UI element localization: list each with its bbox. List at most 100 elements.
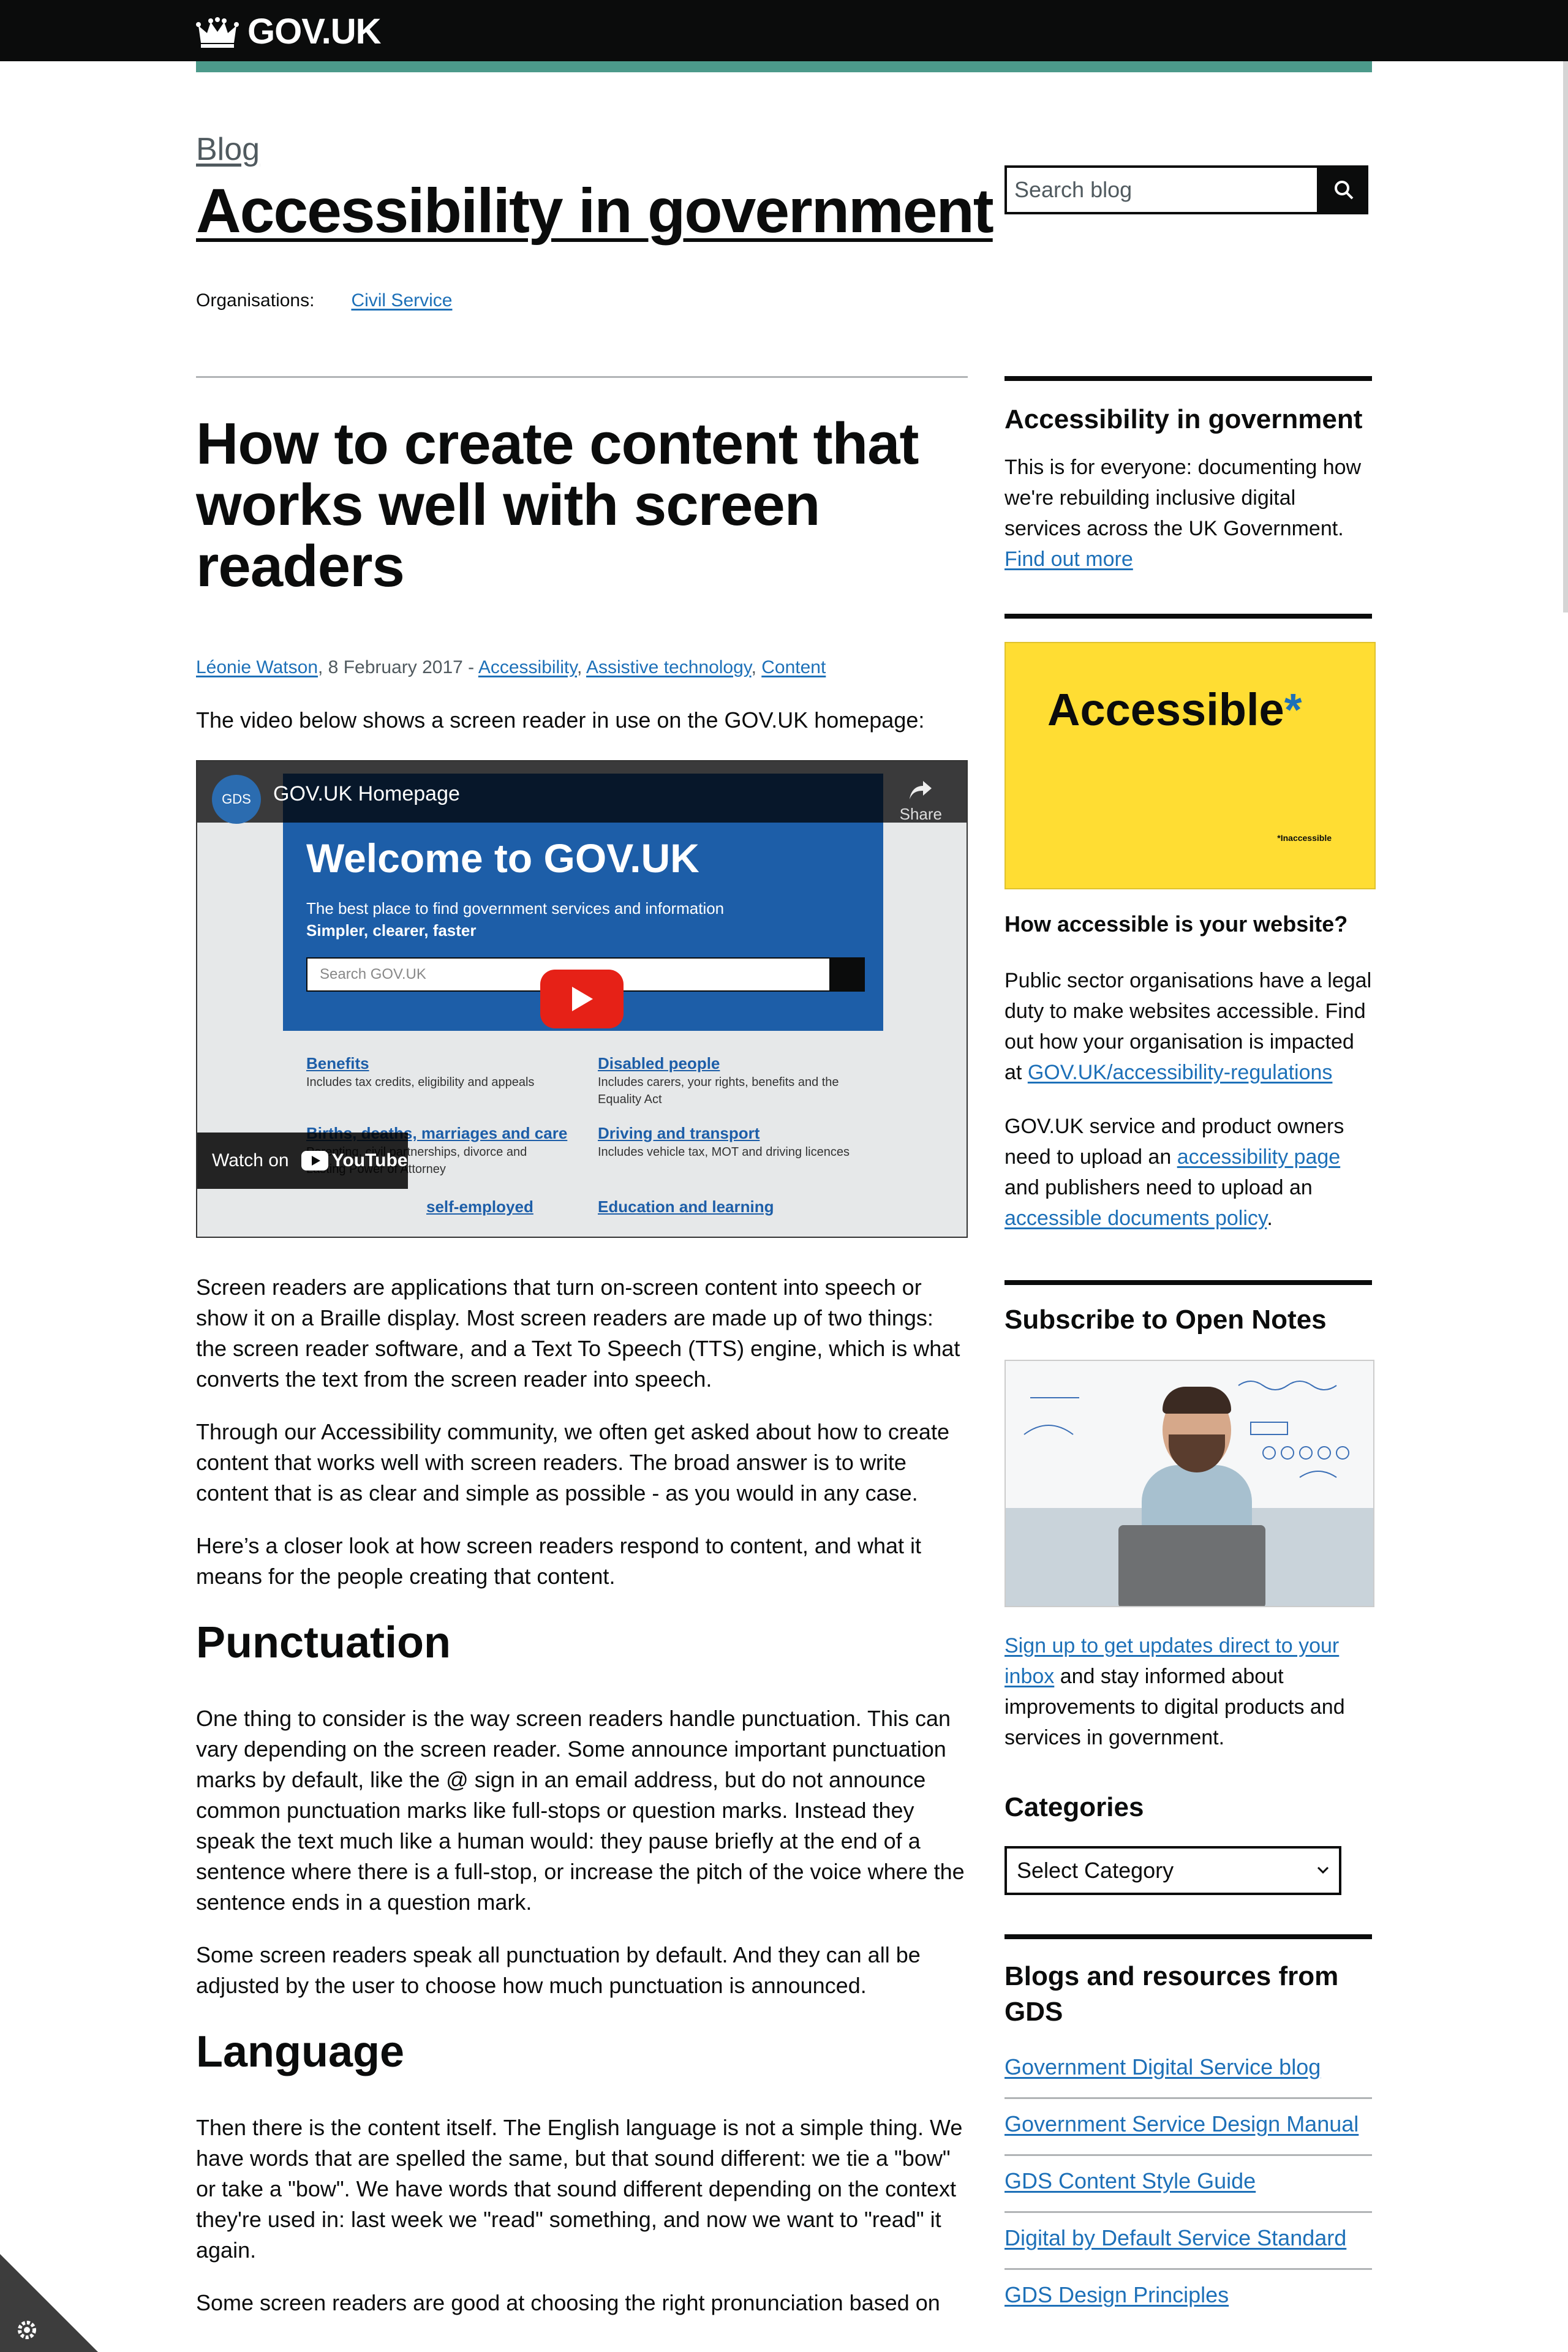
accessibility-page-link[interactable]: accessibility page — [1177, 1145, 1340, 1169]
about-heading: Accessibility in government — [1005, 404, 1363, 434]
article-meta: Léonie Watson, 8 February 2017 - Accessi… — [196, 657, 826, 677]
accessible-banner[interactable]: Accessible* *Inaccessible — [1005, 642, 1376, 889]
body-paragraph: Screen readers are applications that tur… — [196, 1275, 960, 1392]
govuk-logo-link[interactable]: GOV.UK — [196, 11, 381, 52]
body-paragraph: One thing to consider is the way screen … — [196, 1706, 965, 1915]
resource-link[interactable]: GDS Content Style Guide — [1005, 2168, 1256, 2193]
video-link-desc: Includes vehicle tax, MOT and driving li… — [598, 1145, 850, 1159]
section-heading: Language — [196, 2027, 405, 2076]
resource-link[interactable]: Government Service Design Manual — [1005, 2111, 1359, 2136]
laptop — [1118, 1525, 1265, 1606]
chevron-down-icon — [1317, 1866, 1329, 1874]
sidebar: Accessibility in government This is for … — [1005, 376, 1376, 2325]
video-link-desc: Includes carers, your rights, benefits a… — [598, 1076, 839, 1106]
organisations: Organisations: Civil Service — [196, 290, 452, 311]
video-search-icon — [829, 959, 864, 990]
categories-heading: Categories — [1005, 1792, 1144, 1822]
category-select[interactable]: Select Category — [1005, 1846, 1341, 1895]
section-heading: Punctuation — [196, 1618, 451, 1667]
article-date: , 8 February 2017 - — [318, 657, 478, 677]
question-paragraph: GOV.UK service and product owners need t… — [1005, 1111, 1372, 1234]
body-paragraph: Some screen readers speak all punctuatio… — [196, 1942, 921, 1998]
share-button[interactable]: Share — [900, 780, 942, 824]
video-tagline-line: Simpler, clearer, faster — [306, 921, 477, 940]
video-welcome-text: Welcome to GOV.UK — [306, 835, 699, 881]
article-title: How to create content that works well wi… — [196, 411, 919, 599]
share-icon — [910, 781, 932, 799]
find-out-more-link[interactable]: Find out more — [1005, 548, 1133, 571]
question-heading: How accessible is your website? — [1005, 911, 1348, 937]
resource-link[interactable]: GDS Design Principles — [1005, 2282, 1229, 2307]
sidebar-divider — [1005, 614, 1372, 619]
watch-on-label: Watch on — [212, 1150, 289, 1170]
video-link: self-employed — [426, 1197, 533, 1216]
category-link[interactable]: Content — [761, 657, 826, 677]
intro-paragraph: The video below shows a screen reader in… — [196, 707, 925, 733]
body-paragraph: Through our Accessibility community, we … — [196, 1419, 949, 1506]
blog-link[interactable]: Blog — [196, 131, 260, 168]
accessibility-regulations-link[interactable]: GOV.UK/accessibility-regulations — [1028, 1061, 1333, 1084]
resource-link[interactable]: Government Digital Service blog — [1005, 2054, 1321, 2079]
subscribe-photo — [1005, 1360, 1374, 1607]
youtube-logo: YouTube — [301, 1150, 408, 1171]
sidebar-divider — [1005, 1934, 1372, 1939]
logo-text: GOV.UK — [247, 12, 381, 51]
category-link[interactable]: Accessibility — [478, 657, 577, 677]
banner-asterisk: * — [1284, 684, 1302, 735]
about-description: This is for everyone: documenting how we… — [1005, 456, 1362, 540]
category-select-value: Select Category — [1017, 1858, 1174, 1883]
play-icon — [572, 987, 593, 1011]
search-button[interactable] — [1319, 165, 1368, 214]
question-text: . — [1267, 1207, 1273, 1230]
blog-title-link[interactable]: Accessibility in government — [196, 175, 994, 247]
subscribe-heading: Subscribe to Open Notes — [1005, 1305, 1327, 1335]
video-link: Driving and transport — [598, 1124, 760, 1142]
article: How to create content that works well wi… — [196, 376, 968, 2318]
about-text: This is for everyone: documenting how we… — [1005, 452, 1372, 575]
video-link: Disabled people — [598, 1054, 720, 1072]
scrollbar[interactable] — [1563, 61, 1568, 612]
share-label: Share — [899, 805, 942, 823]
body-paragraph: Then there is the content itself. The En… — [196, 2115, 963, 2263]
youtube-wordmark: YouTube — [331, 1150, 408, 1170]
resources-heading: Blogs and resources from GDS — [1005, 1961, 1339, 2027]
list-item: Government Digital Service blog — [1005, 2052, 1372, 2099]
sidebar-divider — [1005, 1280, 1372, 1285]
resources-list: Government Digital Service blog Governme… — [1005, 2052, 1372, 2325]
sidebar-divider — [1005, 376, 1372, 381]
watch-on-youtube-button[interactable]: Watch on YouTube — [197, 1133, 408, 1189]
category-link[interactable]: Assistive technology — [586, 657, 752, 677]
search-icon — [1335, 181, 1354, 200]
video-search-placeholder: Search GOV.UK — [320, 966, 426, 982]
banner-footnote: *Inaccessible — [1277, 833, 1332, 843]
resource-link[interactable]: Digital by Default Service Standard — [1005, 2225, 1346, 2250]
video-tagline: The best place to find government servic… — [306, 897, 724, 941]
question-paragraph: Public sector organisations have a legal… — [1005, 965, 1372, 1088]
video-link: Benefits — [306, 1054, 369, 1072]
crown-icon — [196, 17, 239, 48]
search-input[interactable] — [1005, 165, 1319, 214]
video-link-desc: Includes tax credits, eligibility and ap… — [306, 1076, 535, 1089]
author-link[interactable]: Léonie Watson — [196, 657, 318, 677]
body-paragraph: Some screen readers are good at choosing… — [196, 2290, 940, 2315]
video-title[interactable]: GOV.UK Homepage — [273, 782, 460, 806]
video-tagline-line: The best place to find government servic… — [306, 899, 725, 918]
question-text: and publishers need to upload an — [1005, 1176, 1313, 1199]
video-embed[interactable]: Welcome to GOV.UK The best place to find… — [196, 760, 968, 1238]
subscribe-description: and stay informed about improvements to … — [1005, 1665, 1345, 1749]
list-item: GDS Content Style Guide — [1005, 2156, 1372, 2213]
header-accent-bar — [196, 61, 1372, 72]
accessible-documents-policy-link[interactable]: accessible documents policy — [1005, 1207, 1267, 1230]
organisation-link[interactable]: Civil Service — [351, 290, 452, 311]
channel-avatar[interactable]: GDS — [212, 775, 261, 824]
list-item: GDS Design Principles — [1005, 2270, 1372, 2325]
list-item: Government Service Design Manual — [1005, 2099, 1372, 2156]
banner-word: Accessible — [1047, 684, 1284, 735]
video-link: Education and learning — [598, 1197, 774, 1216]
divider — [196, 376, 968, 378]
banner-headline: Accessible* — [1047, 684, 1302, 736]
play-button[interactable] — [540, 970, 624, 1028]
person-hair — [1163, 1387, 1231, 1414]
subscribe-text: Sign up to get updates direct to your in… — [1005, 1630, 1372, 1753]
gear-icon[interactable] — [15, 2318, 39, 2342]
